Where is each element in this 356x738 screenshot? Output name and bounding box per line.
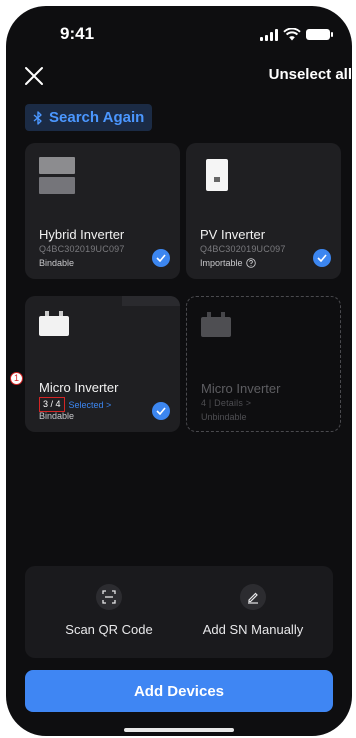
selected-check-icon[interactable] — [152, 402, 170, 420]
phone-screen: 9:41 Unselect all Search Again Hybrid In… — [6, 6, 352, 736]
device-name: Micro Inverter — [39, 380, 119, 395]
device-status: Bindable — [39, 258, 75, 268]
device-status: Importable — [200, 258, 256, 268]
battery-icon — [306, 29, 333, 40]
scan-qr-icon — [96, 584, 122, 610]
add-sn-manually-label: Add SN Manually — [202, 622, 304, 637]
add-sn-manually-button[interactable]: Add SN Manually — [183, 584, 323, 637]
micro-selection-row: 3 / 4 Selected > — [39, 397, 111, 412]
scan-qr-code-button[interactable]: Scan QR Code — [39, 584, 179, 637]
scan-qr-label: Scan QR Code — [65, 622, 153, 637]
home-indicator — [124, 728, 234, 732]
card-corner — [122, 296, 180, 306]
help-icon[interactable] — [245, 258, 256, 268]
add-options-panel: Scan QR Code Add SN Manually — [25, 566, 333, 658]
device-name: PV Inverter — [200, 227, 266, 242]
top-bar: Unselect all — [6, 58, 352, 94]
search-again-label: Search Again — [49, 109, 145, 126]
device-name: Micro Inverter — [201, 381, 281, 396]
status-time: 9:41 — [60, 24, 95, 43]
pv-inverter-image — [206, 159, 228, 191]
device-card-micro-inverter-unbindable: Micro Inverter 4 | Details > Unbindable — [186, 296, 341, 432]
signal-icon — [260, 28, 278, 41]
annotation-marker: 1 — [10, 372, 23, 385]
selected-link[interactable]: Selected > — [69, 400, 112, 410]
unselect-all-button[interactable]: Unselect all — [269, 66, 352, 83]
search-again-button[interactable]: Search Again — [25, 104, 153, 131]
details-link[interactable]: Details > — [214, 398, 251, 408]
device-status: Bindable — [39, 411, 75, 421]
selected-check-icon[interactable] — [152, 249, 170, 267]
pencil-icon — [240, 584, 266, 610]
device-card-pv-inverter[interactable]: PV Inverter Q4BC302019UC097 Importable — [186, 143, 341, 279]
selected-check-icon[interactable] — [313, 249, 331, 267]
close-icon[interactable] — [22, 64, 46, 88]
device-sn: Q4BC302019UC097 — [39, 244, 125, 254]
status-icons — [260, 28, 333, 41]
device-detail-row: 4 | Details > — [201, 398, 252, 408]
selected-count: 3 / 4 — [39, 397, 65, 412]
device-name: Hybrid Inverter — [39, 227, 125, 242]
hybrid-inverter-image — [39, 157, 75, 195]
micro-inverter-image — [39, 311, 69, 336]
status-bar: 9:41 — [6, 6, 352, 66]
device-sn: Q4BC302019UC097 — [200, 244, 286, 254]
wifi-icon — [283, 28, 301, 41]
micro-inverter-image — [201, 312, 231, 337]
bluetooth-icon — [33, 110, 42, 125]
device-card-hybrid-inverter[interactable]: Hybrid Inverter Q4BC302019UC097 Bindable — [25, 143, 180, 279]
device-card-micro-inverter[interactable]: Micro Inverter 3 / 4 Selected > Bindable — [25, 296, 180, 432]
add-devices-button[interactable]: Add Devices — [25, 670, 333, 712]
device-status: Unbindable — [201, 412, 247, 422]
